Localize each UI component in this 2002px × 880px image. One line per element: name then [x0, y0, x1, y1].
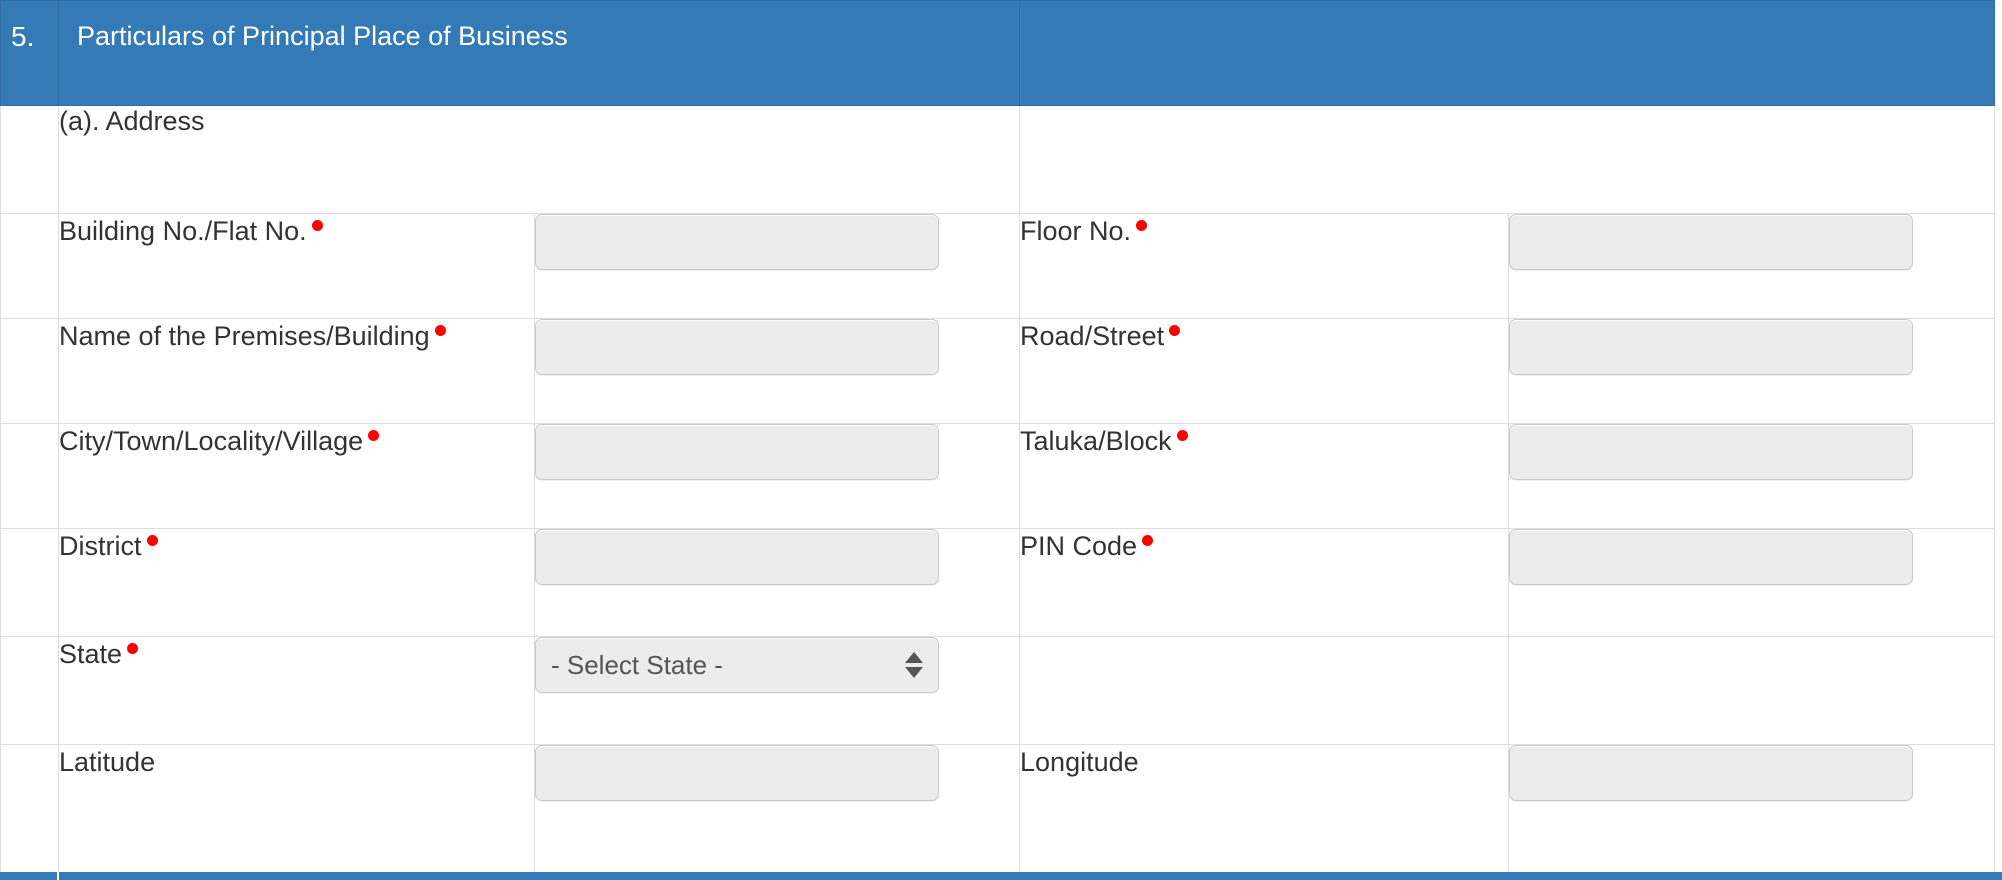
- input-cell-floor-no: [1508, 213, 1996, 319]
- input-cell-premises-name: [533, 318, 1021, 424]
- road-street-input[interactable]: [1509, 319, 1914, 375]
- principal-place-of-business-table: 5. Particulars of Principal Place of Bus…: [0, 0, 1996, 880]
- city-town-input[interactable]: [535, 424, 939, 480]
- spacer-cell-a: [0, 105, 59, 214]
- required-dot-icon: [146, 535, 158, 546]
- label-longitude: Longitude: [1019, 744, 1510, 880]
- input-cell-state: - Select State -: [533, 636, 1021, 745]
- spacer-cell: [0, 318, 59, 424]
- label-text: Taluka/Block: [1020, 426, 1172, 456]
- input-cell-pin-code: [1508, 528, 1996, 637]
- label-road-street: Road/Street: [1019, 318, 1510, 424]
- input-cell-city-town: [533, 423, 1021, 529]
- spacer-cell: [0, 423, 59, 529]
- state-row-empty-input: [1508, 636, 1996, 745]
- pin-code-input[interactable]: [1509, 529, 1914, 585]
- district-input[interactable]: [535, 529, 939, 585]
- premises-name-input[interactable]: [535, 319, 939, 375]
- latitude-input[interactable]: [535, 745, 939, 801]
- label-text: Building No./Flat No.: [59, 216, 307, 246]
- table-row: Latitude Longitude: [0, 744, 1996, 880]
- label-city-town: City/Town/Locality/Village: [58, 423, 535, 529]
- label-text: Latitude: [59, 747, 156, 777]
- spacer-cell: [0, 213, 59, 319]
- label-text: Floor No.: [1020, 216, 1132, 246]
- label-text: District: [59, 531, 142, 561]
- state-select[interactable]: - Select State -: [535, 637, 939, 693]
- required-dot-icon: [311, 220, 323, 231]
- label-text: Name of the Premises/Building: [59, 321, 430, 351]
- input-cell-district: [533, 528, 1021, 637]
- next-section-header-strip: [0, 872, 2002, 880]
- label-text: PIN Code: [1020, 531, 1138, 561]
- required-dot-icon: [1169, 325, 1181, 336]
- label-building-no: Building No./Flat No.: [58, 213, 535, 319]
- required-dot-icon: [1142, 535, 1154, 546]
- subsection-address-row: (a). Address: [0, 105, 1996, 214]
- input-cell-road-street: [1508, 318, 1996, 424]
- label-pin-code: PIN Code: [1019, 528, 1510, 637]
- table-row: City/Town/Locality/Village Taluka/Block: [0, 423, 1996, 529]
- table-row: State - Select State -: [0, 636, 1996, 745]
- input-cell-longitude: [1508, 744, 1996, 880]
- required-dot-icon: [1176, 430, 1188, 441]
- label-taluka-block: Taluka/Block: [1019, 423, 1510, 529]
- input-cell-building-no: [533, 213, 1021, 319]
- table-row: District PIN Code: [0, 528, 1996, 637]
- label-premises-name: Name of the Premises/Building: [58, 318, 535, 424]
- label-state: State: [58, 636, 535, 745]
- label-text: State: [59, 639, 123, 669]
- spacer-cell: [0, 636, 59, 745]
- required-dot-icon: [1136, 220, 1148, 231]
- building-no-input[interactable]: [535, 214, 939, 270]
- section-title: Particulars of Principal Place of Busine…: [57, 0, 1021, 106]
- label-floor-no: Floor No.: [1019, 213, 1510, 319]
- label-text: City/Town/Locality/Village: [59, 426, 364, 456]
- label-latitude: Latitude: [58, 744, 535, 880]
- subsection-label: (a). Address: [57, 105, 1021, 214]
- state-row-empty-label: [1019, 636, 1510, 745]
- label-text: Road/Street: [1020, 321, 1165, 351]
- required-dot-icon: [368, 430, 380, 441]
- taluka-block-input[interactable]: [1509, 424, 1914, 480]
- next-section-column-divider: [57, 872, 59, 880]
- required-dot-icon: [434, 325, 446, 336]
- label-district: District: [58, 528, 535, 637]
- table-row: Building No./Flat No. Floor No.: [0, 213, 1996, 319]
- section-header-row: 5. Particulars of Principal Place of Bus…: [0, 0, 1996, 106]
- form-page: 5. Particulars of Principal Place of Bus…: [0, 0, 2002, 880]
- required-dot-icon: [127, 643, 139, 654]
- spacer-cell: [0, 528, 59, 637]
- label-text: Longitude: [1020, 747, 1139, 777]
- subsection-blank: [1019, 105, 1996, 214]
- section-number: 5.: [0, 0, 59, 106]
- input-cell-latitude: [533, 744, 1021, 880]
- floor-no-input[interactable]: [1509, 214, 1914, 270]
- table-row: Name of the Premises/Building Road/Stree…: [0, 318, 1996, 424]
- state-select-wrapper[interactable]: - Select State -: [535, 637, 939, 693]
- input-cell-taluka-block: [1508, 423, 1996, 529]
- section-header-blank: [1019, 0, 1996, 106]
- longitude-input[interactable]: [1509, 745, 1914, 801]
- spacer-cell: [0, 744, 59, 880]
